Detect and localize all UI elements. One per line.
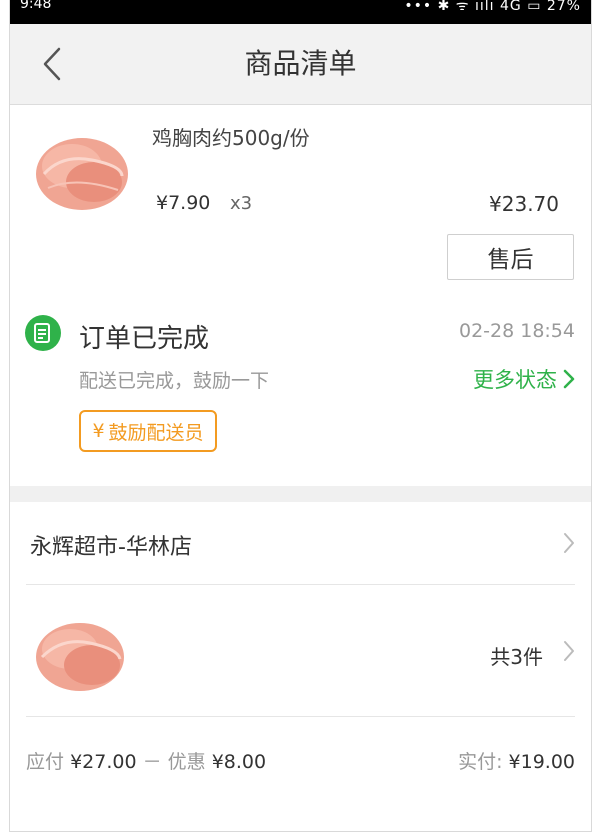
product-image	[32, 124, 130, 216]
section-divider	[10, 486, 591, 502]
more-status-label: 更多状态	[473, 368, 557, 392]
chevron-right-icon	[564, 641, 574, 661]
payable-value: ¥27.00	[70, 751, 137, 773]
page-title: 商品清单	[244, 47, 357, 80]
unit-price: ¥7.90	[156, 192, 211, 214]
discount-label: － 优惠	[142, 751, 206, 773]
items-summary-row[interactable]: 共3件	[10, 585, 591, 716]
after-sale-button[interactable]: 售后	[447, 234, 574, 280]
items-count: 共3件	[490, 645, 543, 669]
discount-value: ¥8.00	[211, 751, 267, 773]
product-name: 鸡胸肉约500g/份	[152, 126, 310, 150]
paid-summary: 实付: ¥19.00	[458, 747, 575, 774]
paid-label: 实付:	[458, 751, 503, 773]
order-status-time: 02-28 18:54	[458, 320, 575, 342]
order-document-icon	[25, 315, 61, 351]
nav-bar: 商品清单	[10, 24, 591, 105]
back-button[interactable]	[32, 42, 72, 86]
store-name: 永辉超市-华林店	[30, 535, 192, 560]
quantity: x3	[230, 193, 253, 214]
more-status-link[interactable]: 更多状态	[473, 364, 575, 394]
store-row[interactable]: 永辉超市-华林店	[10, 502, 591, 584]
chevron-right-icon	[564, 533, 574, 553]
status-indicators: ••• ✱ ᯤ ıılı 4G ▭ 27%	[404, 0, 581, 14]
order-status-title: 订单已完成	[79, 324, 210, 354]
order-status-subtitle: 配送已完成，鼓励一下	[79, 370, 270, 392]
order-totals: 应付 ¥27.00 － 优惠 ¥8.00 实付: ¥19.00	[10, 717, 591, 797]
yen-icon: ¥	[92, 420, 105, 442]
app-screen: 9:48 ••• ✱ ᯤ ıılı 4G ▭ 27% 商品清单 鸡胸肉约500g…	[9, 0, 592, 832]
status-bar: 9:48 ••• ✱ ᯤ ıılı 4G ▭ 27%	[10, 0, 591, 24]
chevron-left-icon	[43, 47, 61, 81]
line-total: ¥23.70	[489, 192, 559, 216]
item-thumbnail	[32, 607, 128, 699]
encourage-courier-button[interactable]: ¥ 鼓励配送员	[79, 410, 217, 452]
encourage-courier-label: 鼓励配送员	[108, 421, 204, 444]
paid-value: ¥19.00	[508, 751, 575, 773]
payable-label: 应付	[26, 751, 65, 773]
status-time: 9:48	[20, 0, 52, 12]
chevron-right-icon	[563, 369, 575, 389]
payable-summary: 应付 ¥27.00 － 优惠 ¥8.00	[26, 747, 266, 774]
